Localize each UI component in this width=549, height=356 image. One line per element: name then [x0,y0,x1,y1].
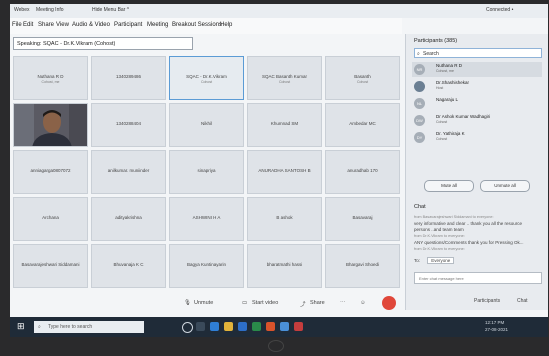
participant-tile[interactable]: Khumnad SM [247,103,322,147]
chat-message-sender: from Dr.K.Vikram to everyone: [414,234,465,238]
participant-list-item[interactable]: NL Nagaraju L [412,96,542,111]
participant-tile[interactable]: Archana [13,197,88,241]
avatar: NL [414,98,425,109]
search-icon: ⌕ [417,51,420,57]
side-panel: Participants (385) ⌕ Search NR Nuthana R… [405,34,548,310]
share-icon: ⤴ [300,302,306,308]
participant-tile[interactable]: 1340288404 [91,103,166,147]
participant-tile[interactable]: B ashok [247,197,322,241]
video-grid: Nuthana R D Cohost, me 1340289486 SQAC - … [13,56,401,288]
participant-tile[interactable]: Bhuvanaja K C [91,244,166,288]
menu-audio-video[interactable]: Audio & Video [72,22,110,28]
participant-list-item[interactable]: Dr.Shashishekar Host [412,79,542,94]
chat-recipient[interactable]: To: Everyone [414,257,542,264]
menu-meeting[interactable]: Meeting [147,22,168,28]
microphone-icon: 🎙 [184,300,191,306]
avatar: DY [414,132,425,143]
app-name: Webex [14,7,30,13]
chat-message: persons ..and team team [414,227,464,232]
participant-list-item[interactable]: DW Dr Ashok Kumar Wadhagiri Cohost [412,113,542,128]
chat-message: very informative and clear .. thank you … [414,221,523,226]
participant-tile[interactable]: anilkumar. muniinder [91,150,166,194]
participants-search-input[interactable]: ⌕ Search [414,48,542,58]
reactions-icon[interactable]: ☺ [360,300,366,306]
avatar: NR [414,64,425,75]
participant-tile[interactable]: sinapriya [169,150,244,194]
camera-icon: ▭ [242,300,248,306]
webex-icon[interactable] [280,322,289,331]
taskbar-search-input[interactable]: ⌕ Type here to search [34,321,144,333]
meeting-controls: 🎙 Unmute ▭ Start video ⤴ Share ⋯ ☺ [180,294,402,312]
participant-tile[interactable]: Basanth Cohost [325,56,400,100]
more-options-icon[interactable]: ⋯ [340,300,346,306]
participant-tile[interactable]: anuradhab 170 [325,150,400,194]
file-explorer-icon[interactable] [224,322,233,331]
windows-taskbar: ⊞ ⌕ Type here to search 12:17 PM 27-08-2… [10,317,548,337]
title-bar: Webex Meeting Info Hide Menu Bar ^ Conne… [10,4,548,18]
chat-message: ANY questions/Comments thank you for Pre… [414,240,524,245]
app-icon[interactable] [294,322,303,331]
participant-tile[interactable]: ASHWINI H A [169,197,244,241]
participant-tile[interactable]: ANURADHA SANTOSH B [247,150,322,194]
hp-logo [268,340,284,352]
chat-panel-title[interactable]: Chat [414,204,426,210]
task-view-icon[interactable] [196,322,205,331]
hide-menu-bar-button[interactable]: Hide Menu Bar ^ [92,7,129,13]
edge-icon[interactable] [210,322,219,331]
cortana-icon[interactable] [182,322,193,333]
excel-icon[interactable] [252,322,261,331]
avatar [414,81,425,92]
connection-status: Connected • [486,7,514,13]
avatar: DW [414,115,425,126]
participant-tile[interactable]: 1340289486 [91,56,166,100]
participant-tile[interactable]: Basavaraj [325,197,400,241]
menu-view[interactable]: View [56,22,69,28]
participant-tile[interactable]: anniagarga0807072 [13,150,88,194]
powerpoint-icon[interactable] [266,322,275,331]
participants-panel-title[interactable]: Participants (385) [414,38,457,44]
chat-message-sender: from Dr.K.Vikram to everyone: [414,247,465,251]
participant-list-item[interactable]: DY Dr. Yathiraja K Cohost [412,130,542,145]
start-video-button[interactable]: Start video [252,300,278,306]
participant-video-tile[interactable] [13,103,88,147]
active-speaker-label: Speaking: SQAC - Dr.K.Vikram (Cohost) [13,37,193,50]
menu-participant[interactable]: Participant [114,22,142,28]
participant-tile-active-speaker[interactable]: SQAC - Dr.K.Vikram Cohost [169,56,244,100]
unmute-all-button[interactable]: Unmute all [480,180,530,192]
unmute-button[interactable]: Unmute [194,300,213,306]
search-icon: ⌕ [38,324,41,330]
word-icon[interactable] [238,322,247,331]
participant-tile[interactable]: Bagya Kuntinayarin [169,244,244,288]
windows-start-icon[interactable]: ⊞ [17,321,25,332]
taskbar-clock-date: 27-08-2021 [485,327,509,332]
participant-tile[interactable]: bharatmathi hassi [247,244,322,288]
taskbar-clock-time: 12:17 PM [485,320,505,325]
participant-tile[interactable]: Bhargavi Shoedi [325,244,400,288]
app-window: Webex Meeting Info Hide Menu Bar ^ Conne… [10,4,548,337]
chat-recipient-select[interactable]: Everyone [427,257,455,264]
menu-breakout-sessions[interactable]: Breakout Sessions [172,22,222,28]
participant-tile[interactable]: Nikhil [169,103,244,147]
chat-input[interactable]: Enter chat message here [414,272,542,284]
menu-bar: File Edit Share View Audio & Video Parti… [10,18,402,34]
participant-list-item[interactable]: NR Nuthana R D Cohost, me [412,62,542,77]
menu-share[interactable]: Share [38,22,54,28]
participant-tile[interactable]: adityakrishna [91,197,166,241]
participants-toggle-button[interactable]: Participants [474,298,500,304]
meeting-info-link[interactable]: Meeting Info [36,7,64,13]
menu-help[interactable]: Help [220,22,232,28]
end-call-button[interactable] [382,296,396,310]
participant-tile[interactable]: Basavarajeshwari Siddamani [13,244,88,288]
participant-tile[interactable]: SQAC Basanth Kumar Cohost [247,56,322,100]
menu-edit[interactable]: Edit [23,22,33,28]
camera-feed-image [14,104,87,146]
menu-file[interactable]: File [12,22,22,28]
participant-tile[interactable]: Ambedar MC [325,103,400,147]
share-button[interactable]: Share [310,300,325,306]
chat-toggle-button[interactable]: Chat [517,298,528,304]
chat-message-sender: from Basavarajeshwari Siddamani to every… [414,215,494,219]
participant-tile[interactable]: Nuthana R D Cohost, me [13,56,88,100]
mute-all-button[interactable]: Mute all [424,180,474,192]
